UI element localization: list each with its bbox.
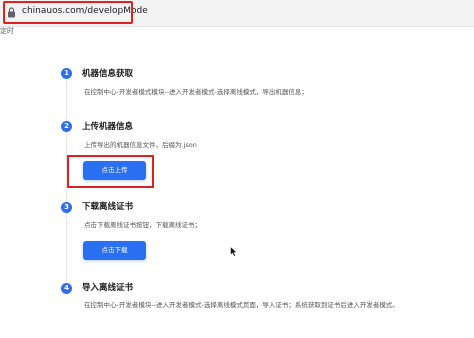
step-1-description: 在控制中心-开发者模式模块--进入开发者模式-选择离线模式，导出机器信息；	[84, 88, 308, 96]
step-4-number: 4	[61, 283, 72, 294]
step-3-number: 3	[61, 202, 72, 213]
download-button[interactable]: 点击下载	[83, 241, 146, 260]
url-annotation-box	[3, 1, 133, 24]
mouse-cursor-icon	[230, 246, 238, 257]
browser-address-bar: chinauos.com/developMode	[0, 0, 474, 27]
upload-annotation-box	[67, 155, 154, 188]
step-2-description: 上传导出的机器信息文件，后缀为.json	[84, 141, 197, 149]
step-2-title: 上传机器信息	[82, 122, 134, 132]
step-4-title: 导入离线证书	[82, 283, 134, 293]
partial-label: 定时	[0, 27, 14, 35]
step-3-title: 下载离线证书	[82, 202, 134, 212]
step-1-title: 机器信息获取	[82, 69, 134, 79]
step-1-number: 1	[61, 68, 72, 79]
step-2-number: 2	[61, 121, 72, 132]
step-4-description: 在控制中心-开发者模块--进入开发者模式-选择离线模式页面，导入证书；系统获取到…	[84, 301, 399, 309]
step-3-description: 点击下载离线证书按钮，下载离线证书；	[84, 221, 201, 229]
